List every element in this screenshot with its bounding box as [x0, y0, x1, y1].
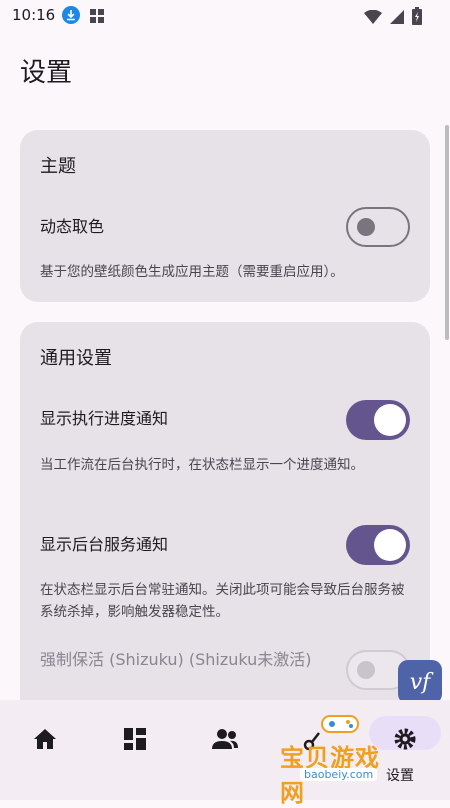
battery-icon: [412, 7, 422, 29]
dynamic-color-switch[interactable]: [346, 207, 410, 247]
download-icon: [62, 6, 80, 24]
status-bar: 10:16: [0, 0, 450, 32]
theme-card-title: 主题: [40, 156, 76, 177]
people-icon: [210, 724, 240, 754]
service-notify-switch[interactable]: [346, 525, 410, 565]
nav-item-home[interactable]: [0, 724, 90, 780]
progress-notify-desc: 当工作流在后台执行时，在状态栏显示一个进度通知。: [40, 457, 364, 473]
progress-notify-label: 显示执行进度通知: [40, 409, 169, 428]
service-notify-desc: 在状态栏显示后台常驻通知。关闭此项可能会导致后台服务被系统杀掉，影响触发器稳定性…: [40, 582, 405, 620]
scrollbar[interactable]: [445, 125, 449, 340]
watermark-logo: 宝贝游戏网 baobeiy.com: [270, 710, 400, 807]
service-notify-label: 显示后台服务通知: [40, 535, 169, 554]
dynamic-color-desc: 基于您的壁纸颜色生成应用主题（需要重启应用）。: [40, 264, 344, 280]
gear-icon: [390, 724, 420, 754]
signal-icon: [390, 9, 404, 28]
home-icon: [30, 724, 60, 754]
switch-knob: [374, 404, 406, 436]
progress-notify-switch[interactable]: [346, 400, 410, 440]
dashboard-icon: [120, 724, 150, 754]
nav-item-accounts[interactable]: [180, 724, 270, 780]
theme-card: 主题 动态取色 基于您的壁纸颜色生成应用主题（需要重启应用）。: [20, 130, 430, 302]
watermark-url: baobeiy.com: [300, 768, 378, 781]
switch-knob: [374, 529, 406, 561]
status-time: 10:16: [12, 6, 56, 24]
keepalive-label: 强制保活 (Shizuku) (Shizuku未激活): [40, 650, 312, 669]
general-settings-card: 通用设置 显示执行进度通知 当工作流在后台执行时，在状态栏显示一个进度通知。 显…: [20, 322, 430, 742]
dynamic-color-label: 动态取色: [40, 217, 105, 236]
gamepad-icon: [320, 712, 360, 740]
switch-knob: [357, 218, 375, 236]
nav-item-dashboard[interactable]: [90, 724, 180, 780]
wifi-icon: [364, 9, 382, 28]
apps-grid-icon: [90, 8, 104, 27]
page-title: 设置: [20, 58, 73, 88]
general-card-title: 通用设置: [40, 348, 112, 369]
switch-knob: [357, 661, 375, 679]
vf-floating-badge[interactable]: vf: [398, 660, 442, 704]
